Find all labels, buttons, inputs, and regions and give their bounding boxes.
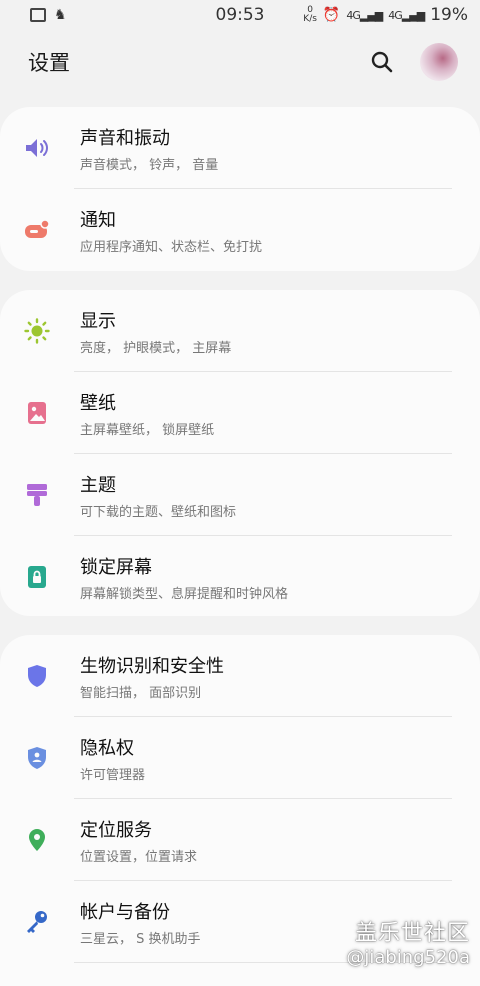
status-bar: ♞ 09:53 0 K/s ⏰ 4G▂▄▆ 4G▂▄▆ 19%	[0, 0, 480, 30]
settings-item-title: 通知	[80, 209, 116, 231]
settings-item-location[interactable]: 定位服务 位置设置，位置请求	[0, 799, 480, 881]
settings-item-subtitle: 主屏幕壁纸， 锁屏壁纸	[80, 422, 215, 438]
settings-item-subtitle: 可下载的主题、壁纸和图标	[80, 504, 237, 520]
settings-item-wallpaper[interactable]: 壁纸 主屏幕壁纸， 锁屏壁纸	[0, 372, 480, 454]
brightness-icon	[0, 318, 74, 344]
settings-item-subtitle: 声音模式， 铃声， 音量	[80, 157, 219, 173]
settings-item-title: 生物识别和安全性	[80, 655, 224, 677]
settings-item-subtitle: 应用程序通知、状态栏、免打扰	[80, 239, 263, 255]
watermark: 盖乐世社区 @jiabing520a	[346, 915, 470, 968]
settings-item-title: 主题	[80, 474, 116, 496]
settings-item-biometrics[interactable]: 生物识别和安全性 智能扫描， 面部识别	[0, 635, 480, 717]
theme-brush-icon	[0, 482, 74, 508]
header-actions	[370, 43, 458, 81]
settings-item-lock-screen[interactable]: 锁定屏幕 屏幕解锁类型、息屏提醒和时钟风格	[0, 536, 480, 618]
wallpaper-icon	[0, 400, 74, 426]
settings-item-title: 帐户与备份	[80, 901, 170, 923]
watermark-handle: @jiabing520a	[346, 947, 470, 968]
settings-item-subtitle: 亮度， 护眼模式， 主屏幕	[80, 340, 232, 356]
lock-screen-icon	[0, 564, 74, 590]
settings-item-sound[interactable]: 声音和振动 声音模式， 铃声， 音量	[0, 107, 480, 189]
avatar[interactable]	[420, 43, 458, 81]
watermark-brand: 盖乐世社区	[354, 921, 470, 946]
settings-item-display[interactable]: 显示 亮度， 护眼模式， 主屏幕	[0, 290, 480, 372]
settings-item-notifications[interactable]: 通知 应用程序通知、状态栏、免打扰	[0, 189, 480, 271]
page-title: 设置	[28, 51, 70, 75]
search-icon[interactable]	[370, 50, 394, 74]
location-pin-icon	[0, 827, 74, 853]
settings-item-subtitle: 位置设置，位置请求	[80, 849, 198, 865]
settings-item-title: 隐私权	[80, 737, 134, 759]
settings-item-title: 壁纸	[80, 392, 116, 414]
speaker-icon	[0, 135, 74, 161]
status-time: 09:53	[215, 5, 265, 25]
settings-item-subtitle: 屏幕解锁类型、息屏提醒和时钟风格	[80, 586, 289, 602]
shield-icon	[0, 663, 74, 689]
settings-item-themes[interactable]: 主题 可下载的主题、壁纸和图标	[0, 454, 480, 536]
privacy-shield-icon	[0, 745, 74, 771]
settings-group-sound: 声音和振动 声音模式， 铃声， 音量 通知 应用程序通知、状态栏、免打扰	[0, 107, 480, 271]
settings-item-subtitle: 三星云， S 换机助手	[80, 931, 201, 947]
settings-item-privacy[interactable]: 隐私权 许可管理器	[0, 717, 480, 799]
settings-item-title: 定位服务	[80, 819, 152, 841]
settings-item-title: 声音和振动	[80, 127, 170, 149]
notification-icon	[0, 217, 74, 243]
settings-item-title: 锁定屏幕	[80, 556, 152, 578]
settings-item-subtitle: 许可管理器	[80, 767, 146, 783]
settings-group-display: 显示 亮度， 护眼模式， 主屏幕 壁纸 主屏幕壁纸， 锁屏壁纸 主题 可下载的主…	[0, 290, 480, 616]
settings-item-title: 显示	[80, 310, 116, 332]
app-header: 设置	[0, 30, 480, 94]
settings-item-subtitle: 智能扫描， 面部识别	[80, 685, 202, 701]
key-icon	[0, 909, 74, 935]
